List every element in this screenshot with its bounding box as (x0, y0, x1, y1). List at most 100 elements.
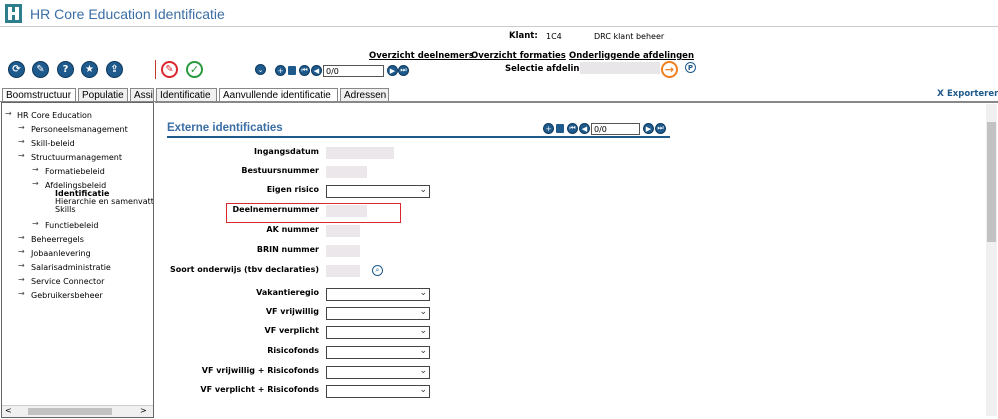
tree-item[interactable]: Structuurmanagement (31, 153, 122, 162)
tree-expand-icon[interactable]: → (18, 261, 25, 270)
section-add-button[interactable]: + (543, 123, 554, 134)
export-label: Exporteren (946, 89, 998, 99)
favorite-button[interactable]: ★ (81, 61, 98, 78)
section-next-button[interactable]: ▶ (643, 123, 654, 134)
select-dropdown[interactable]: ⌄ (326, 366, 430, 379)
readonly-field (326, 225, 360, 237)
field-label: Soort onderwijs (tbv declaraties) (169, 265, 319, 274)
field-label: BRIN nummer (256, 245, 319, 254)
lookup-button[interactable]: ⌕ (372, 265, 383, 276)
export-button[interactable]: X Exporteren (937, 89, 998, 99)
tree-item[interactable]: HR Core Education (17, 111, 92, 120)
tree-item[interactable]: Jobaanlevering (31, 249, 91, 258)
form-scroll-thumb[interactable] (987, 122, 996, 242)
prev-icon: ◀ (313, 66, 320, 75)
section-delete-button[interactable] (556, 124, 564, 133)
toolbar-button-1[interactable]: ⟳ (8, 61, 25, 78)
go-button[interactable]: → (661, 61, 678, 78)
select-dropdown[interactable]: ⌄ (326, 185, 430, 198)
tree-expand-icon[interactable]: → (5, 109, 12, 118)
tree-expand-icon[interactable]: → (32, 219, 39, 228)
last-record-button[interactable]: ⏭ (398, 65, 409, 76)
department-selection-field[interactable] (580, 62, 660, 74)
search-department-button[interactable]: P (685, 62, 696, 73)
save-button[interactable]: ✓ (186, 61, 203, 78)
section-pager-input[interactable] (591, 123, 640, 135)
plus-icon: + (545, 124, 552, 133)
section-first-button[interactable]: ⏮ (567, 123, 578, 134)
tree-item[interactable]: Functiebeleid (45, 221, 98, 230)
readonly-field (326, 166, 367, 178)
scroll-left-icon: < (5, 406, 12, 415)
chevron-down-icon: ⌄ (419, 385, 427, 395)
tree-expand-icon[interactable]: → (18, 275, 25, 284)
field-label: VF vrijwillig (265, 307, 319, 316)
chevron-down-icon: ⌄ (419, 288, 427, 298)
record-pager-input[interactable] (323, 65, 384, 77)
select-dropdown[interactable]: ⌄ (326, 307, 430, 320)
tab-boomstructuur[interactable]: Boomstructuur (2, 88, 76, 102)
tab-assistant[interactable]: Assi (130, 88, 154, 102)
refresh-icon: ⟳ (12, 64, 21, 75)
select-dropdown[interactable]: ⌄ (326, 326, 430, 339)
tab-aanvullende-identificatie[interactable]: Aanvullende identificatie (219, 88, 338, 102)
section-prev-button[interactable]: ◀ (579, 123, 590, 134)
star-icon: ★ (85, 64, 94, 75)
tree-expand-icon[interactable]: → (18, 123, 25, 132)
add-button[interactable]: + (275, 65, 286, 76)
tree-item[interactable]: Gebruikersbeheer (31, 291, 103, 300)
tools-icon: ✎ (36, 64, 45, 75)
section-last-button[interactable]: ⏭ (655, 123, 666, 134)
tree-item[interactable]: Skills (55, 205, 76, 214)
tree-expand-icon[interactable]: → (32, 179, 39, 188)
help-button[interactable]: ? (57, 61, 74, 78)
tree-expand-icon[interactable]: → (18, 233, 25, 242)
field-label: Ingangsdatum (254, 147, 319, 156)
tree-item[interactable]: Beheerregels (31, 235, 84, 244)
collapse-button[interactable]: ⌄ (255, 64, 266, 75)
section-underline (167, 136, 670, 138)
tree-scroll-thumb[interactable] (28, 408, 112, 415)
select-dropdown[interactable]: ⌄ (326, 385, 430, 398)
toolbar-button-5[interactable]: ⇪ (106, 61, 123, 78)
field-label: Bestuursnummer (241, 166, 319, 175)
app-title: HR Core Education (30, 6, 151, 22)
select-dropdown[interactable]: ⌄ (326, 346, 430, 359)
tree-expand-icon[interactable]: → (18, 151, 25, 160)
formations-overview-link[interactable]: Overzicht formaties (471, 51, 566, 61)
tab-populatie[interactable]: Populatie (78, 88, 128, 102)
prev-icon: ◀ (581, 124, 588, 133)
field-label: VF vrijwillig + Risicofonds (201, 366, 319, 375)
edit-button[interactable]: ✎ (161, 61, 178, 78)
tree-expand-icon[interactable]: → (18, 247, 25, 256)
readonly-field (326, 245, 360, 257)
tree-horizontal-scrollbar[interactable]: < > (2, 405, 153, 417)
tree-expand-icon[interactable]: → (32, 165, 39, 174)
toolbar-button-2[interactable]: ✎ (32, 61, 49, 78)
tree-item[interactable]: Skill-beleid (31, 139, 75, 148)
arrow-right-icon: → (664, 63, 675, 76)
last-icon: ⏭ (657, 124, 664, 132)
tree-item[interactable]: Salarisadministratie (31, 263, 111, 272)
select-dropdown[interactable]: ⌄ (326, 288, 430, 301)
readonly-field (326, 147, 394, 159)
tab-adressen[interactable]: Adressen (340, 88, 389, 102)
chevron-down-icon: ⌄ (419, 307, 427, 317)
plus-icon: + (277, 66, 284, 75)
pencil-icon: ✎ (165, 64, 174, 75)
tree-item[interactable]: Service Connector (31, 277, 104, 286)
toolbar-divider (155, 60, 156, 79)
departments-link[interactable]: Onderliggende afdelingen (569, 51, 694, 61)
field-label: VF verplicht + Risicofonds (200, 385, 319, 394)
tree-item[interactable]: Formatiebeleid (45, 167, 105, 176)
tree-expand-icon[interactable]: → (18, 137, 25, 146)
participants-overview-link[interactable]: Overzicht deelnemers (369, 51, 474, 61)
tree-item[interactable]: Personeelsmanagement (31, 125, 128, 134)
first-record-button[interactable]: ⏮ (299, 65, 310, 76)
prev-record-button[interactable]: ◀ (311, 65, 322, 76)
client-label: Klant: (509, 31, 538, 41)
tree-expand-icon[interactable]: → (18, 289, 25, 298)
next-record-button[interactable]: ▶ (387, 65, 398, 76)
tab-identificatie[interactable]: Identificatie (156, 88, 217, 102)
delete-button[interactable] (288, 66, 296, 75)
